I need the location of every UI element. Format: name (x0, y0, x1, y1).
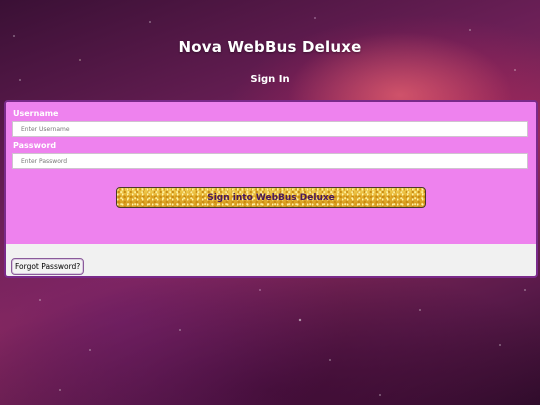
username-label: Username (13, 109, 59, 118)
password-input[interactable] (12, 153, 528, 169)
forgot-password-button[interactable]: Forgot Password? (11, 258, 85, 275)
page-subtitle: Sign In (250, 74, 290, 85)
app-title: Nova WebBus Deluxe (178, 38, 362, 56)
signin-button[interactable]: Sign into WebBus Deluxe (116, 187, 426, 208)
password-label: Password (13, 141, 57, 150)
signin-panel: Username Password Sign into WebBus Delux… (4, 100, 538, 278)
panel-footer: Forgot Password? (6, 244, 536, 276)
username-input[interactable] (12, 121, 528, 137)
signin-form: Username Password Sign into WebBus Delux… (6, 102, 536, 244)
